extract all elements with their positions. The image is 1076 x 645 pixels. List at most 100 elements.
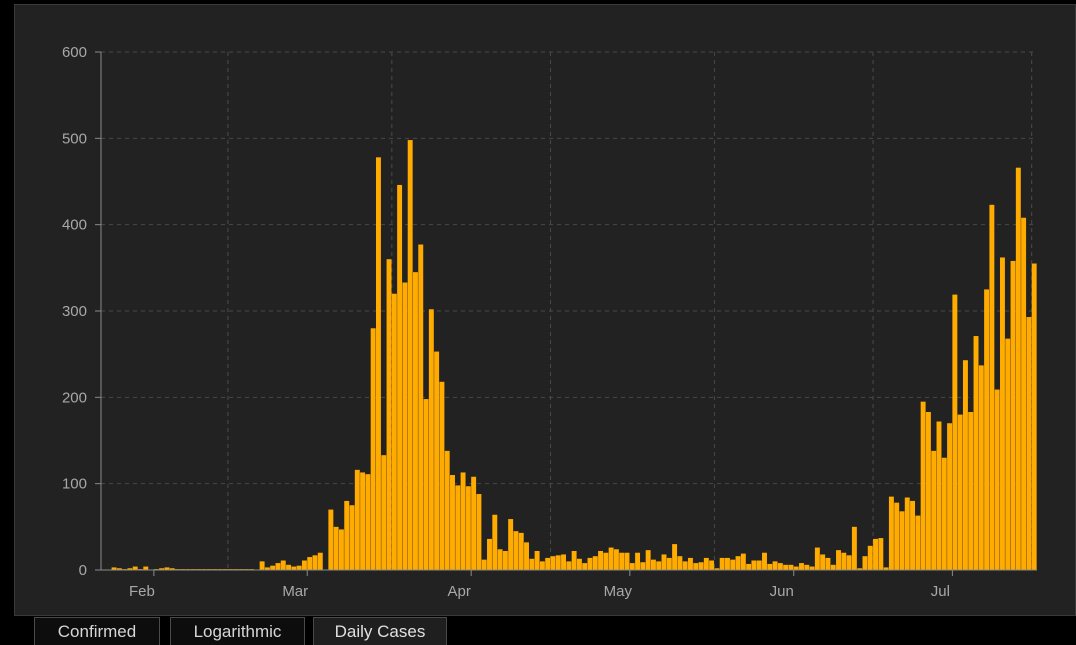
bar (524, 542, 529, 570)
bar (582, 563, 588, 570)
bar (799, 563, 804, 570)
bar (862, 556, 868, 570)
bar (613, 549, 619, 570)
bar (661, 554, 667, 570)
bar (576, 558, 582, 570)
bar (497, 549, 503, 570)
bar (719, 557, 725, 570)
bar (851, 526, 857, 570)
x-tick-label: Jun (770, 583, 794, 600)
bar (841, 552, 847, 570)
bar (650, 559, 656, 570)
bar (629, 563, 635, 570)
bar (317, 552, 323, 570)
bar (344, 500, 350, 570)
bar (936, 421, 942, 570)
bar (365, 474, 371, 570)
bar (915, 515, 921, 570)
bar (508, 519, 514, 570)
bar (561, 554, 567, 570)
tab-confirmed[interactable]: Confirmed (34, 617, 160, 645)
bar (635, 552, 641, 570)
bar (947, 423, 953, 570)
bar (275, 563, 281, 570)
bar (391, 293, 397, 570)
tab-daily-cases[interactable]: Daily Cases (313, 617, 447, 645)
bar (312, 555, 318, 570)
bar (656, 561, 662, 570)
y-tick-label: 0 (79, 562, 87, 579)
y-tick-label: 200 (62, 389, 87, 406)
bar (910, 500, 916, 570)
bar (703, 557, 709, 570)
bar (677, 556, 683, 570)
bar (1015, 167, 1021, 571)
bar (370, 328, 376, 570)
bar (904, 497, 910, 570)
bar (534, 551, 540, 570)
bar (349, 505, 355, 570)
bar (783, 564, 789, 570)
bar (682, 561, 688, 570)
bar (725, 557, 730, 570)
bar (809, 566, 815, 570)
bar (804, 564, 810, 570)
bar (788, 564, 794, 570)
bar (434, 351, 440, 570)
bar (328, 509, 334, 570)
bar (487, 538, 492, 570)
bar (957, 414, 963, 570)
bar (772, 561, 778, 570)
bar (693, 563, 699, 570)
bar (450, 475, 455, 570)
bar (989, 204, 995, 570)
bar (296, 565, 302, 570)
bar (619, 552, 625, 570)
bar (529, 558, 535, 570)
bar (301, 560, 307, 570)
bar (270, 565, 276, 570)
bar (476, 494, 482, 570)
bar (1021, 217, 1027, 570)
bar (994, 389, 1000, 570)
bar (846, 555, 852, 570)
chart-tabs: Confirmed Logarithmic Daily Cases (0, 617, 1076, 645)
bar (539, 561, 545, 570)
tab-logarithmic[interactable]: Logarithmic (170, 617, 305, 645)
chart-panel: 0 100 200 300 400 500 600 Feb Mar Apr May Jun Jul (14, 4, 1076, 616)
bar (793, 566, 799, 570)
bar (925, 412, 931, 570)
bar (598, 551, 604, 570)
bar (836, 550, 841, 570)
bar (481, 559, 487, 570)
bar (280, 560, 286, 570)
bar (566, 561, 572, 570)
bar (471, 476, 477, 570)
bar (978, 365, 984, 570)
bar (354, 469, 360, 570)
bar (571, 551, 577, 570)
x-tick-label: Feb (129, 583, 155, 600)
bar (143, 566, 149, 570)
bar (825, 557, 831, 570)
x-tick-label: Mar (282, 583, 308, 600)
bar (973, 336, 979, 570)
bar (640, 562, 646, 570)
bar (555, 555, 561, 570)
bar (402, 282, 408, 570)
bar (666, 557, 672, 570)
bar (894, 502, 900, 570)
bar (624, 552, 630, 570)
bar (1026, 317, 1032, 570)
bar (1031, 263, 1037, 570)
bar (492, 514, 498, 570)
y-tick-label: 300 (62, 303, 87, 320)
bar (460, 472, 466, 570)
bar (968, 412, 974, 570)
y-tick-label: 400 (62, 217, 87, 234)
bar (465, 486, 471, 570)
bar (867, 545, 873, 570)
bar (931, 450, 937, 570)
x-tick-label: Apr (447, 583, 470, 600)
bar (746, 563, 752, 570)
